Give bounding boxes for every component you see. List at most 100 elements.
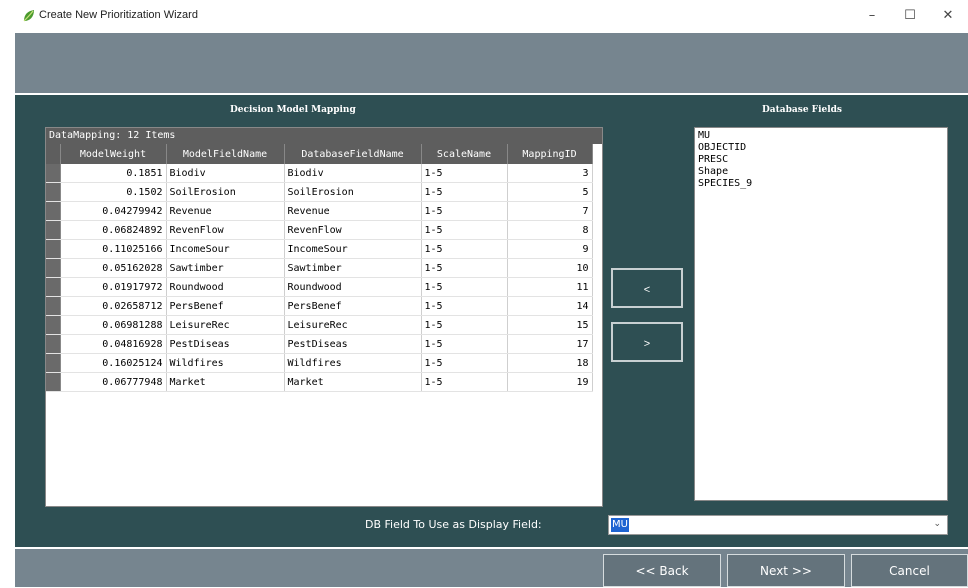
cell-modelfieldname[interactable]: IncomeSour: [166, 239, 285, 259]
cell-modelweight[interactable]: 0.1851: [60, 164, 167, 183]
cell-modelweight[interactable]: 0.05162028: [60, 258, 167, 278]
cell-scalename[interactable]: 1-5: [421, 315, 508, 335]
cell-modelfieldname[interactable]: PestDiseas: [166, 334, 285, 354]
cell-modelweight[interactable]: 0.04279942: [60, 201, 167, 221]
cell-modelweight[interactable]: 0.1502: [60, 182, 167, 202]
cell-modelfieldname[interactable]: Wildfires: [166, 353, 285, 373]
cell-databasefieldname[interactable]: LeisureRec: [284, 315, 422, 335]
cell-scalename[interactable]: 1-5: [421, 334, 508, 354]
cell-databasefieldname[interactable]: PestDiseas: [284, 334, 422, 354]
display-field-select[interactable]: MU ⌄: [608, 515, 948, 535]
row-selector[interactable]: [46, 353, 61, 373]
row-selector[interactable]: [46, 164, 61, 183]
table-row[interactable]: 0.1851 Biodiv Biodiv 1-5 3: [46, 164, 593, 183]
chevron-down-icon[interactable]: ⌄: [933, 519, 941, 529]
list-item[interactable]: OBJECTID: [698, 142, 944, 154]
cell-modelweight[interactable]: 0.11025166: [60, 239, 167, 259]
table-row[interactable]: 0.05162028 Sawtimber Sawtimber 1-5 10: [46, 258, 593, 278]
cell-modelweight[interactable]: 0.06981288: [60, 315, 167, 335]
cell-mappingid[interactable]: 19: [507, 372, 593, 392]
table-row[interactable]: 0.11025166 IncomeSour IncomeSour 1-5 9: [46, 239, 593, 259]
cell-mappingid[interactable]: 9: [507, 239, 593, 259]
cell-modelweight[interactable]: 0.06777948: [60, 372, 167, 392]
table-row[interactable]: 0.04279942 Revenue Revenue 1-5 7: [46, 201, 593, 221]
column-header-mappingid[interactable]: MappingID: [507, 144, 593, 164]
cell-mappingid[interactable]: 10: [507, 258, 593, 278]
table-row[interactable]: 0.02658712 PersBenef PersBenef 1-5 14: [46, 296, 593, 316]
move-right-button[interactable]: >: [611, 322, 683, 362]
cell-modelfieldname[interactable]: Roundwood: [166, 277, 285, 297]
move-left-button[interactable]: <: [611, 268, 683, 308]
cell-databasefieldname[interactable]: Sawtimber: [284, 258, 422, 278]
next-button[interactable]: Next >>: [727, 554, 845, 587]
minimize-button[interactable]: –: [855, 4, 889, 28]
row-selector[interactable]: [46, 315, 61, 335]
cell-modelweight[interactable]: 0.02658712: [60, 296, 167, 316]
cell-scalename[interactable]: 1-5: [421, 296, 508, 316]
cell-modelfieldname[interactable]: Market: [166, 372, 285, 392]
cell-modelweight[interactable]: 0.01917972: [60, 277, 167, 297]
cell-databasefieldname[interactable]: PersBenef: [284, 296, 422, 316]
cell-databasefieldname[interactable]: IncomeSour: [284, 239, 422, 259]
cell-databasefieldname[interactable]: RevenFlow: [284, 220, 422, 240]
row-selector[interactable]: [46, 182, 61, 202]
cell-mappingid[interactable]: 8: [507, 220, 593, 240]
maximize-button[interactable]: ☐: [893, 4, 927, 28]
cell-modelfieldname[interactable]: PersBenef: [166, 296, 285, 316]
cell-mappingid[interactable]: 18: [507, 353, 593, 373]
cell-scalename[interactable]: 1-5: [421, 182, 508, 202]
cell-mappingid[interactable]: 15: [507, 315, 593, 335]
cell-databasefieldname[interactable]: Revenue: [284, 201, 422, 221]
cell-databasefieldname[interactable]: Roundwood: [284, 277, 422, 297]
cell-modelfieldname[interactable]: Revenue: [166, 201, 285, 221]
list-item[interactable]: MU: [698, 130, 944, 142]
cell-mappingid[interactable]: 7: [507, 201, 593, 221]
cell-mappingid[interactable]: 5: [507, 182, 593, 202]
cancel-button[interactable]: Cancel: [851, 554, 968, 587]
cell-modelfieldname[interactable]: Biodiv: [166, 164, 285, 183]
cell-scalename[interactable]: 1-5: [421, 277, 508, 297]
table-row[interactable]: 0.1502 SoilErosion SoilErosion 1-5 5: [46, 182, 593, 202]
table-row[interactable]: 0.06981288 LeisureRec LeisureRec 1-5 15: [46, 315, 593, 335]
row-selector[interactable]: [46, 220, 61, 240]
cell-databasefieldname[interactable]: SoilErosion: [284, 182, 422, 202]
row-selector[interactable]: [46, 239, 61, 259]
cell-mappingid[interactable]: 14: [507, 296, 593, 316]
cell-scalename[interactable]: 1-5: [421, 258, 508, 278]
cell-scalename[interactable]: 1-5: [421, 372, 508, 392]
row-selector[interactable]: [46, 296, 61, 316]
row-selector[interactable]: [46, 201, 61, 221]
cell-databasefieldname[interactable]: Wildfires: [284, 353, 422, 373]
list-item[interactable]: PRESC: [698, 154, 944, 166]
cell-modelfieldname[interactable]: SoilErosion: [166, 182, 285, 202]
cell-databasefieldname[interactable]: Market: [284, 372, 422, 392]
cell-mappingid[interactable]: 17: [507, 334, 593, 354]
table-row[interactable]: 0.01917972 Roundwood Roundwood 1-5 11: [46, 277, 593, 297]
cell-modelweight[interactable]: 0.06824892: [60, 220, 167, 240]
data-mapping-grid[interactable]: DataMapping: 12 Items ModelWeight ModelF…: [45, 127, 603, 507]
row-selector[interactable]: [46, 258, 61, 278]
cell-mappingid[interactable]: 11: [507, 277, 593, 297]
cell-scalename[interactable]: 1-5: [421, 220, 508, 240]
close-button[interactable]: ✕: [931, 4, 965, 28]
list-item[interactable]: Shape: [698, 166, 944, 178]
column-header-modelweight[interactable]: ModelWeight: [60, 144, 167, 164]
column-header-modelfieldname[interactable]: ModelFieldName: [166, 144, 285, 164]
cell-mappingid[interactable]: 3: [507, 164, 593, 183]
column-header-databasefieldname[interactable]: DatabaseFieldName: [284, 144, 422, 164]
database-fields-list[interactable]: MU OBJECTID PRESC Shape SPECIES_9: [694, 127, 948, 501]
cell-modelweight[interactable]: 0.04816928: [60, 334, 167, 354]
list-item[interactable]: SPECIES_9: [698, 178, 944, 190]
cell-scalename[interactable]: 1-5: [421, 164, 508, 183]
column-header-scalename[interactable]: ScaleName: [421, 144, 508, 164]
back-button[interactable]: << Back: [603, 554, 721, 587]
cell-modelweight[interactable]: 0.16025124: [60, 353, 167, 373]
table-row[interactable]: 0.16025124 Wildfires Wildfires 1-5 18: [46, 353, 593, 373]
cell-modelfieldname[interactable]: LeisureRec: [166, 315, 285, 335]
cell-scalename[interactable]: 1-5: [421, 239, 508, 259]
table-row[interactable]: 0.06824892 RevenFlow RevenFlow 1-5 8: [46, 220, 593, 240]
cell-databasefieldname[interactable]: Biodiv: [284, 164, 422, 183]
row-selector[interactable]: [46, 277, 61, 297]
cell-scalename[interactable]: 1-5: [421, 353, 508, 373]
row-selector[interactable]: [46, 372, 61, 392]
